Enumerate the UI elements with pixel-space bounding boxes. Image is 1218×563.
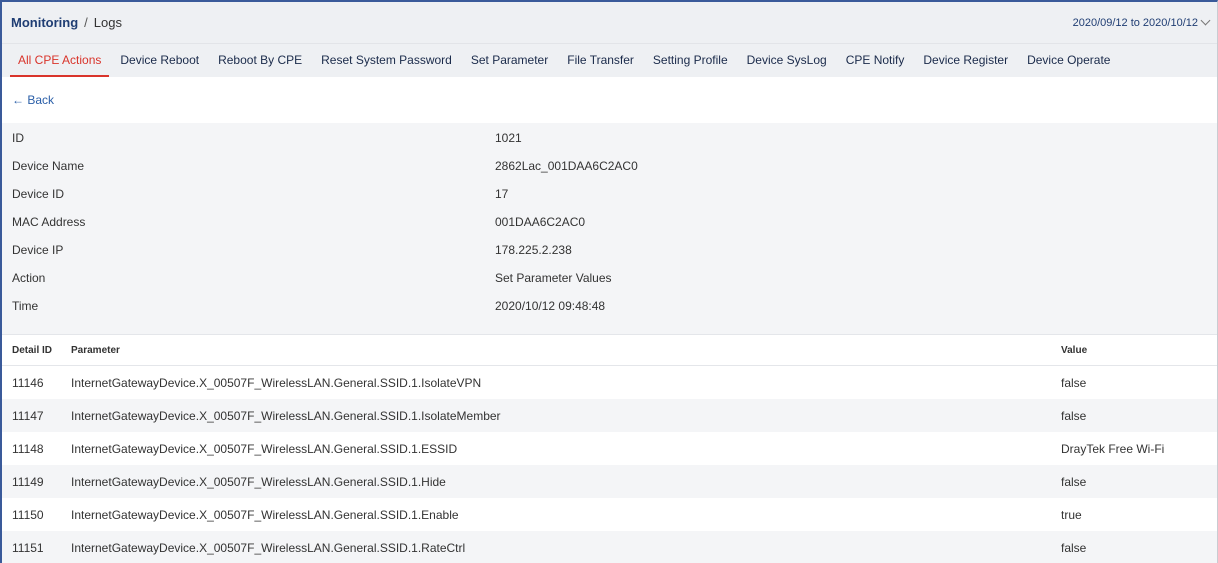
breadcrumb-logs: Logs [93,15,122,30]
date-range-text: 2020/09/12 to 2020/10/12 [1072,16,1198,29]
tab-reboot-by-cpe[interactable]: Reboot By CPE [210,53,310,77]
cell-parameter: InternetGatewayDevice.X_00507F_WirelessL… [71,507,459,522]
cell-detail-id: 11146 [12,375,44,390]
table-row: 11147 InternetGatewayDevice.X_00507F_Wir… [2,399,1217,432]
breadcrumb-monitoring[interactable]: Monitoring [11,15,78,30]
tab-set-parameter[interactable]: Set Parameter [463,53,556,77]
table-row: 11150 InternetGatewayDevice.X_00507F_Wir… [2,498,1217,531]
tab-file-transfer[interactable]: File Transfer [559,53,642,77]
table-row: 11149 InternetGatewayDevice.X_00507F_Wir… [2,465,1217,498]
app-frame: Monitoring / Logs 2020/09/12 to 2020/10/… [0,0,1218,563]
info-row-device-ip: Device IP 178.225.2.238 [2,236,1217,264]
info-label: Device IP [12,243,64,257]
info-value: 001DAA6C2AC0 [495,215,586,229]
tab-device-syslog[interactable]: Device SysLog [739,53,835,77]
info-label: Device Name [12,159,85,173]
info-label: ID [12,131,24,145]
info-row-mac-address: MAC Address 001DAA6C2AC0 [2,208,1217,236]
cell-parameter: InternetGatewayDevice.X_00507F_WirelessL… [71,375,482,390]
cell-detail-id: 11150 [12,507,44,522]
cell-parameter: InternetGatewayDevice.X_00507F_WirelessL… [71,540,466,555]
table-row: 11148 InternetGatewayDevice.X_00507F_Wir… [2,432,1217,465]
column-header-value: Value [1061,344,1088,356]
info-label: Action [12,271,46,285]
info-value: 17 [495,187,509,201]
cell-detail-id: 11151 [12,540,44,555]
tab-device-reboot[interactable]: Device Reboot [112,53,207,77]
breadcrumb-separator: / [84,15,88,30]
cell-detail-id: 11147 [12,408,44,423]
cell-value: false [1061,540,1087,555]
top-bar: Monitoring / Logs 2020/09/12 to 2020/10/… [2,2,1217,44]
cell-parameter: InternetGatewayDevice.X_00507F_WirelessL… [71,474,446,489]
tab-all-cpe-actions[interactable]: All CPE Actions [10,53,110,77]
tab-reset-system-password[interactable]: Reset System Password [313,53,460,77]
table-row: 11146 InternetGatewayDevice.X_00507F_Wir… [2,366,1217,399]
tab-cpe-notify[interactable]: CPE Notify [838,53,913,77]
tab-setting-profile[interactable]: Setting Profile [645,53,736,77]
chevron-down-icon [1200,15,1211,26]
info-value: 2862Lac_001DAA6C2AC0 [495,159,638,173]
column-header-detail-id: Detail ID [12,344,53,356]
info-value: 2020/10/12 09:48:48 [495,299,606,313]
tab-device-operate[interactable]: Device Operate [1019,53,1118,77]
info-row-time: Time 2020/10/12 09:48:48 [2,292,1217,320]
info-label: MAC Address [12,215,86,229]
info-row-device-name: Device Name 2862Lac_001DAA6C2AC0 [2,152,1217,180]
cell-parameter: InternetGatewayDevice.X_00507F_WirelessL… [71,441,458,456]
back-row: ← Back [2,77,1217,123]
info-value: Set Parameter Values [495,271,612,285]
cell-value: DrayTek Free Wi-Fi [1061,441,1165,456]
date-range-picker[interactable]: 2020/09/12 to 2020/10/12 [1072,15,1211,29]
info-row-device-id: Device ID 17 [2,180,1217,208]
log-type-tabs: All CPE Actions Device Reboot Reboot By … [2,44,1217,77]
info-value: 178.225.2.238 [495,243,572,257]
cell-value: false [1061,375,1087,390]
cell-value: true [1061,507,1082,522]
cell-detail-id: 11149 [12,474,44,489]
back-link[interactable]: ← Back [12,93,54,107]
info-label: Time [12,299,39,313]
column-header-parameter: Parameter [71,344,120,356]
table-header: Detail ID Parameter Value [2,334,1217,366]
cell-detail-id: 11148 [12,441,44,456]
tab-device-register[interactable]: Device Register [915,53,1016,77]
info-row-action: Action Set Parameter Values [2,264,1217,292]
cell-value: false [1061,474,1087,489]
cell-parameter: InternetGatewayDevice.X_00507F_WirelessL… [71,408,501,423]
cell-value: false [1061,408,1087,423]
log-info-panel: ID 1021 Device Name 2862Lac_001DAA6C2AC0… [2,123,1217,334]
table-row: 11151 InternetGatewayDevice.X_00507F_Wir… [2,531,1217,563]
info-row-id: ID 1021 [2,124,1217,152]
info-value: 1021 [495,131,522,145]
info-label: Device ID [12,187,65,201]
